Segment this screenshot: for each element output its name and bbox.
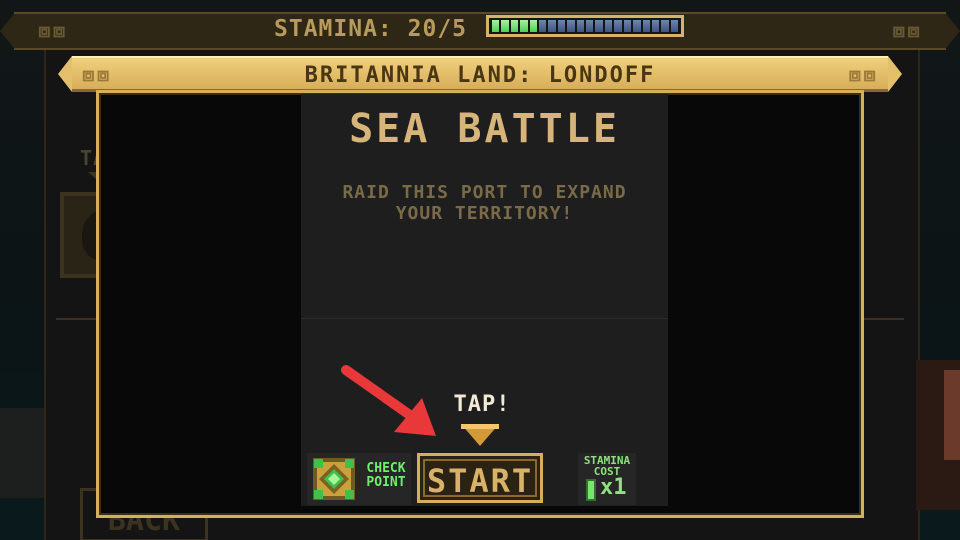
meander-ornament-right-icon: ⧈⧈ xyxy=(892,18,922,42)
location-title-plate: ⧈⧈ ⧈⧈ BRITANNIA LAND: LONDOFF xyxy=(58,56,902,92)
stamina-cost-value: x1 xyxy=(600,475,627,500)
stamina-segment xyxy=(520,20,528,32)
stamina-segment xyxy=(539,20,547,32)
mission-card-divider xyxy=(301,318,668,319)
stamina-cost-panel: STAMINA COST x1 xyxy=(578,453,636,505)
stamina-segment xyxy=(510,20,519,32)
start-button-label: START xyxy=(426,462,534,500)
start-button[interactable]: START xyxy=(417,453,543,503)
down-triangle-highlight xyxy=(461,424,499,429)
stamina-segment xyxy=(548,20,556,32)
castle-silhouette xyxy=(0,408,44,498)
stamina-segment xyxy=(492,20,500,32)
stamina-segment xyxy=(604,20,613,32)
stamina-segment xyxy=(501,20,509,32)
mission-title: SEA BATTLE xyxy=(349,106,620,152)
mission-description: RAID THIS PORT TO EXPAND YOUR TERRITORY! xyxy=(342,182,627,224)
ship-sail xyxy=(944,370,960,460)
stamina-segment xyxy=(614,20,622,32)
stamina-segment xyxy=(642,20,650,32)
checkpoint-label: CHECK POINT xyxy=(366,461,406,490)
stamina-segment xyxy=(529,20,538,32)
stamina-segment xyxy=(670,20,679,32)
stamina-cost-label: STAMINA COST xyxy=(583,454,631,478)
stamina-segment xyxy=(586,20,594,32)
stamina-segment xyxy=(623,20,632,32)
checkpoint-emblem-icon xyxy=(313,458,355,500)
meander-ornament-left-icon: ⧈⧈ xyxy=(38,18,68,42)
stamina-label: STAMINA: 20/5 xyxy=(274,16,468,42)
stamina-meter xyxy=(486,15,684,37)
stamina-segment xyxy=(595,20,603,32)
stamina-segment xyxy=(576,20,585,32)
top-hud-bar: ⧈⧈ ⧈⧈ xyxy=(0,12,960,50)
stamina-segment xyxy=(567,20,575,32)
stamina-segment xyxy=(661,20,669,32)
battery-icon xyxy=(586,479,596,501)
stamina-segment xyxy=(651,20,660,32)
stamina-segment xyxy=(557,20,566,32)
red-arrow-icon xyxy=(341,365,436,436)
stamina-segment xyxy=(633,20,641,32)
checkpoint-toggle[interactable]: CHECK POINT xyxy=(307,453,411,505)
game-screen: TAP! BACK ⧈⧈ ⧈⧈ STAMINA: 20/5 ⧈⧈ ⧈⧈ BRIT… xyxy=(0,0,960,540)
location-title: BRITANNIA LAND: LONDOFF xyxy=(304,63,656,88)
